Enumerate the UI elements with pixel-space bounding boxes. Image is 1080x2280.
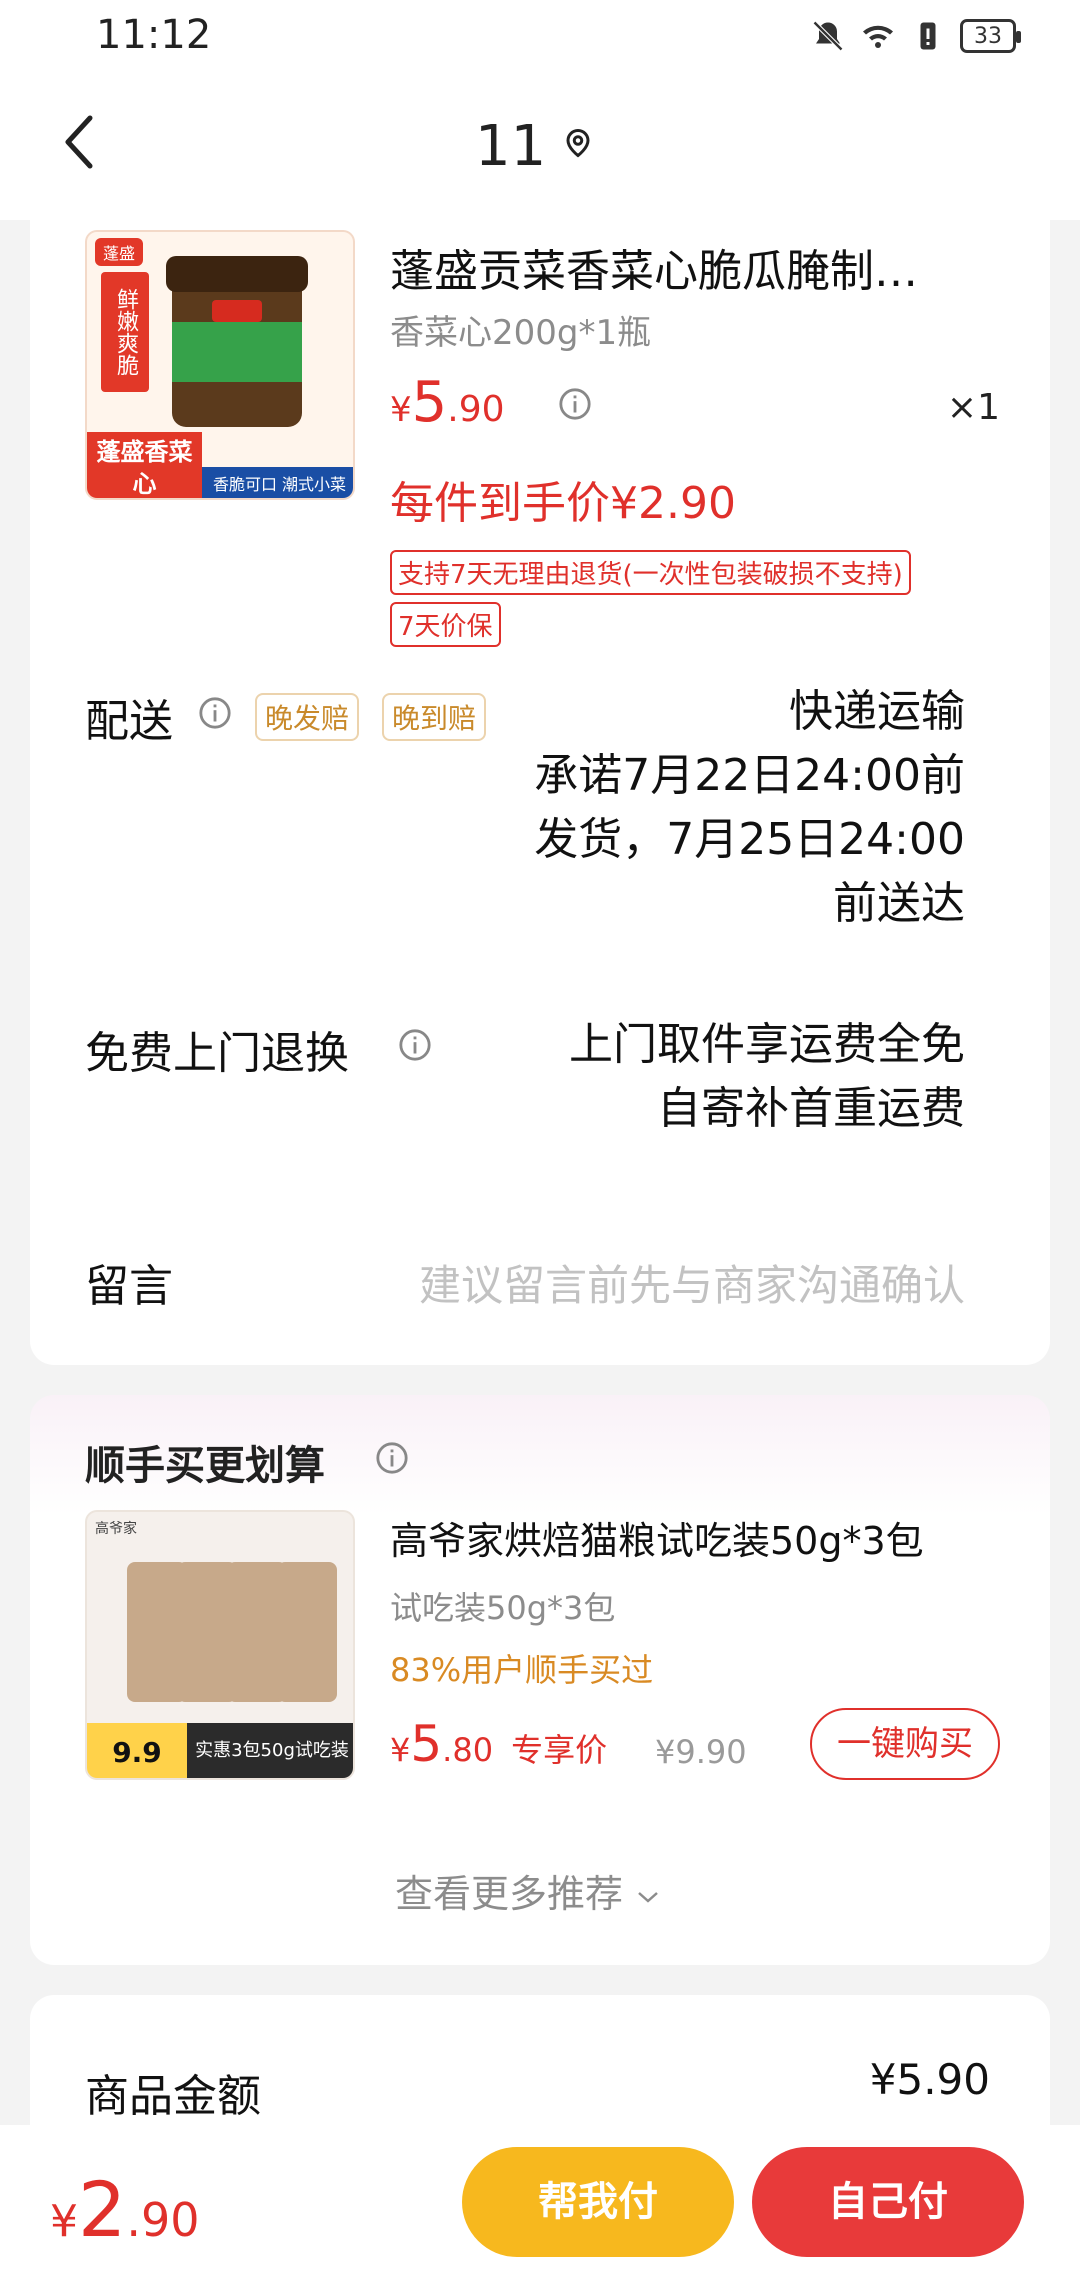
info-icon[interactable] xyxy=(558,387,592,421)
product-image-brand: 蓬盛香菜心 xyxy=(87,432,202,498)
recommend-card: 顺手买更划算 高爷家 9.9 实惠3包50g试吃装 高爷家烘焙猫粮试吃装50g*… xyxy=(30,1395,1050,1965)
info-icon[interactable] xyxy=(398,1028,432,1062)
checkout-bar: ¥ 2 .90 帮我付 自己付 xyxy=(0,2125,1080,2280)
product-image-badge: 蓬盛 xyxy=(95,238,144,266)
pay-myself-button[interactable]: 自己付 xyxy=(752,2147,1024,2257)
final-price: 每件到手价¥2.90 xyxy=(390,478,736,529)
return-label: 免费上门退换 xyxy=(85,1028,349,1079)
delivery-info: 快递运输 承诺7月22日24:00前 发货，7月25日24:00 前送达 xyxy=(534,680,965,936)
recommend-product-name[interactable]: 高爷家烘焙猫粮试吃装50g*3包 xyxy=(390,1510,924,1565)
status-bar: 11:12 33 xyxy=(0,0,1080,72)
product-price-decimal: .90 xyxy=(447,389,505,430)
info-icon[interactable] xyxy=(375,1441,409,1475)
product-quantity: ×1 xyxy=(946,387,1000,428)
message-label: 留言 xyxy=(85,1261,173,1312)
recommend-image-price: 9.9 xyxy=(87,1723,187,1778)
status-icons: 33 xyxy=(810,16,1021,56)
see-more-label: 查看更多推荐 xyxy=(395,1872,624,1916)
total-price: ¥ 2 .90 xyxy=(50,2165,200,2254)
battery-icon: 33 xyxy=(960,19,1021,53)
product-image-side-text: 鲜嫩爽脆 xyxy=(101,272,149,392)
delivery-line: 承诺7月22日24:00前 xyxy=(534,750,965,801)
wifi-icon xyxy=(863,25,893,48)
delivery-line: 发货，7月25日24:00 xyxy=(534,814,965,865)
status-time: 11:12 xyxy=(96,12,212,58)
recommend-product-image[interactable]: 高爷家 9.9 实惠3包50g试吃装 xyxy=(85,1510,355,1780)
chevron-down-icon xyxy=(638,1892,658,1903)
total-price-decimal: .90 xyxy=(126,2193,200,2247)
total-price-currency: ¥ xyxy=(50,2196,78,2247)
recommend-product-spec: 试吃装50g*3包 xyxy=(390,1589,616,1627)
late-arrive-tag: 晚到赔 xyxy=(382,693,487,741)
one-click-buy-button[interactable]: 一键购买 xyxy=(810,1708,1000,1780)
late-ship-tag: 晚发赔 xyxy=(255,693,360,741)
original-price: ¥9.90 xyxy=(655,1733,747,1771)
total-price-integer: 2 xyxy=(78,2165,127,2254)
battery-alert-icon xyxy=(920,22,936,50)
return-policy-tag: 支持7天无理由退货(一次性包装破损不支持) xyxy=(390,550,911,595)
exclusive-price-label: 专享价 xyxy=(511,1731,608,1769)
location-pin-icon[interactable] xyxy=(563,128,593,158)
page-title: 11 xyxy=(475,114,547,179)
return-line: 自寄补首重运费 xyxy=(657,1083,965,1134)
battery-level: 33 xyxy=(974,23,1002,49)
delivery-method: 快递运输 xyxy=(789,686,965,737)
return-line: 上门取件享运费全免 xyxy=(569,1019,965,1070)
jar-illustration xyxy=(166,256,308,427)
help-me-pay-button[interactable]: 帮我付 xyxy=(462,2147,734,2257)
product-title[interactable]: 蓬盛贡菜香菜心脆瓜腌制… xyxy=(390,235,970,299)
recommend-price-currency: ¥ xyxy=(390,1731,411,1769)
return-info: 上门取件享运费全免 自寄补首重运费 xyxy=(569,1013,965,1141)
price-protect-tag: 7天价保 xyxy=(390,602,501,647)
recommend-product-stat: 83%用户顺手买过 xyxy=(390,1651,654,1689)
goods-amount-value: ¥5.90 xyxy=(869,2055,990,2104)
product-image[interactable]: 蓬盛 鲜嫩爽脆 蓬盛香菜心 香脆可口 潮式小菜 xyxy=(85,230,355,500)
recommend-price-decimal: .80 xyxy=(442,1731,494,1769)
message-input[interactable]: 建议留言前先与商家沟通确认 xyxy=(419,1252,965,1313)
recommend-price-integer: 5 xyxy=(410,1715,443,1773)
recommend-image-brand: 高爷家 xyxy=(95,1521,137,1537)
bell-off-icon xyxy=(812,20,844,52)
recommend-image-promo: 实惠3包50g试吃装 xyxy=(187,1723,353,1778)
see-more-recommend[interactable]: 查看更多推荐 xyxy=(395,1863,661,1918)
product-spec[interactable]: 香菜心200g*1瓶 xyxy=(390,305,651,354)
goods-amount-label: 商品金额 xyxy=(85,2071,261,2122)
product-image-slogan: 香脆可口 潮式小菜 xyxy=(202,467,353,498)
delivery-line: 前送达 xyxy=(833,878,965,929)
delivery-label: 配送 xyxy=(85,696,173,747)
info-icon[interactable] xyxy=(198,696,232,730)
product-price-integer: 5 xyxy=(411,370,448,435)
product-price-currency: ¥ xyxy=(390,390,412,430)
header: 11 xyxy=(0,72,1080,220)
product-price: ¥ 5 .90 xyxy=(390,370,505,435)
order-card: 蓬盛 鲜嫩爽脆 蓬盛香菜心 香脆可口 潮式小菜 蓬盛贡菜香菜心脆瓜腌制… 香菜心… xyxy=(30,205,1050,1365)
recommend-title: 顺手买更划算 xyxy=(85,1443,325,1489)
chevron-left-icon[interactable] xyxy=(60,112,100,172)
recommend-product-price: ¥ 5 .80 专享价 xyxy=(390,1715,607,1773)
